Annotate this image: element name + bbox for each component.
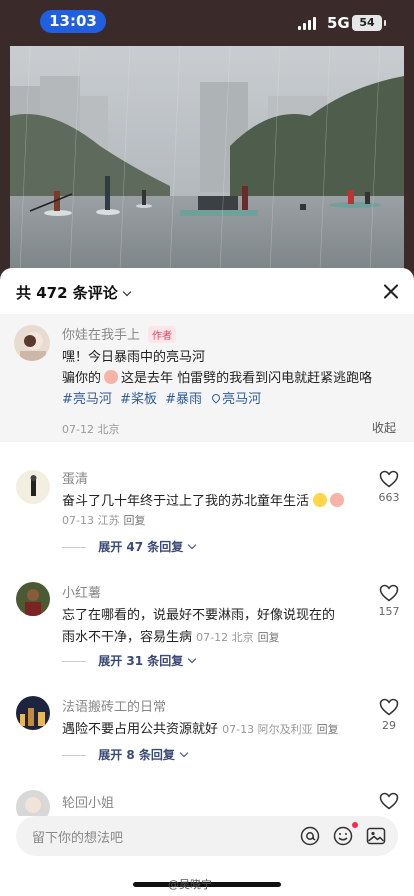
avatar[interactable]: [16, 582, 50, 616]
comment-item: 小红薯 忘了在哪看的，说最好不要淋雨，好像说现在的 雨水不干净，容易生病 07-…: [0, 582, 414, 696]
heart-icon: [379, 470, 399, 488]
like-button[interactable]: [376, 792, 402, 810]
author-post: 你娃在我手上 作者 嘿！今日暴雨中的亮马河 骗你的 这是去年 怕雷劈的我看到闪电就…: [0, 314, 414, 442]
comment-body: 雨水不干净，容易生病: [62, 630, 193, 645]
network-type: 5G: [327, 14, 350, 32]
author-name[interactable]: 你娃在我手上: [62, 324, 140, 343]
status-bar: 13:03 5G 54: [0, 0, 414, 44]
chevron-down-icon: [188, 654, 197, 664]
expand-replies-label: 展开 31 条回复: [98, 654, 184, 668]
comment-text: 奋斗了几十年终于过上了我的苏北童年生活: [62, 490, 345, 509]
emoji-button[interactable]: [333, 826, 353, 846]
watermark: @吴晓宁: [168, 878, 212, 891]
like-count: 663: [378, 491, 400, 504]
avatar[interactable]: [16, 790, 50, 816]
rainy-river-scene: [10, 46, 404, 270]
battery-icon: 54: [352, 15, 386, 31]
comment-count-toggle[interactable]: 共 472 条评论: [16, 282, 132, 303]
reply-button[interactable]: 回复: [317, 723, 339, 736]
post-line-2: 骗你的 这是去年 怕雷劈的我看到闪电就赶紧逃跑咯: [62, 367, 372, 386]
expand-replies-label: 展开 47 条回复: [98, 540, 184, 554]
heart-icon: [379, 792, 399, 810]
emoji-icon: [330, 493, 345, 507]
post-line-2-suffix: 这是去年 怕雷劈的我看到闪电就赶紧逃跑咯: [121, 371, 373, 386]
hashtag-link[interactable]: #暴雨: [165, 392, 202, 407]
comment-item: 蛋清 奋斗了几十年终于过上了我的苏北童年生活 07-13 江苏 回复 展开 47 …: [0, 468, 414, 582]
expand-replies-button[interactable]: 展开 8 条回复: [62, 746, 189, 763]
chevron-down-icon: [179, 748, 189, 758]
location-pin-icon: [210, 392, 222, 404]
collapse-button[interactable]: 收起: [372, 419, 396, 436]
comment-meta: 07-13 江苏: [62, 514, 120, 527]
comment-item: 轮回小姐: [0, 790, 414, 816]
heart-icon: [379, 698, 399, 716]
status-time: 13:03: [40, 10, 106, 33]
chevron-down-icon: [122, 287, 132, 297]
reply-button[interactable]: 回复: [123, 514, 145, 527]
comment-text-line-2: 雨水不干净，容易生病 07-12 北京 回复: [62, 626, 280, 645]
hashtag-row: #亮马河 #桨板 #暴雨 亮马河: [62, 388, 269, 407]
expand-replies-button[interactable]: 展开 47 条回复: [62, 538, 197, 555]
comment-meta: 07-12 北京: [196, 631, 254, 644]
comment-username[interactable]: 蛋清: [62, 468, 88, 487]
heart-icon: [379, 584, 399, 602]
emoji-icon: [313, 493, 328, 507]
avatar[interactable]: [16, 470, 50, 504]
comment-body: 奋斗了几十年终于过上了我的苏北童年生活: [62, 494, 310, 509]
post-line-2-prefix: 骗你的: [62, 371, 102, 386]
comment-input[interactable]: 留下你的想法吧: [32, 827, 123, 846]
expand-replies-label: 展开 8 条回复: [98, 748, 175, 762]
sheet-header: 共 472 条评论: [0, 268, 414, 314]
hashtag-link[interactable]: #亮马河: [62, 392, 112, 407]
close-button[interactable]: [380, 281, 402, 303]
image-icon: [366, 827, 386, 845]
location-link[interactable]: 亮马河: [210, 392, 265, 407]
comment-meta-row: 07-13 江苏 回复: [62, 512, 145, 528]
comment-username[interactable]: 轮回小姐: [62, 792, 114, 811]
signal-icon: [298, 16, 316, 30]
expand-replies-button[interactable]: 展开 31 条回复: [62, 652, 197, 669]
author-badge: 作者: [148, 326, 176, 343]
post-line-1: 嘿！今日暴雨中的亮马河: [62, 350, 206, 365]
comment-input-bar: 留下你的想法吧: [16, 816, 398, 856]
at-icon: [300, 826, 320, 846]
avatar[interactable]: [16, 696, 50, 730]
comment-meta: 07-13 阿尔及利亚: [222, 723, 313, 736]
mention-button[interactable]: [300, 826, 320, 846]
chevron-down-icon: [188, 540, 197, 550]
hashtag-link[interactable]: #桨板: [120, 392, 157, 407]
emoji-icon: [333, 826, 353, 846]
post-date-location: 07-12 北京: [62, 423, 120, 436]
like-button[interactable]: 29: [376, 698, 402, 732]
post-video[interactable]: [10, 46, 404, 270]
like-button[interactable]: 663: [376, 470, 402, 504]
emoji-icon: [104, 370, 119, 384]
comment-text-line-1: 忘了在哪看的，说最好不要淋雨，好像说现在的: [62, 608, 336, 623]
like-count: 157: [378, 605, 400, 618]
reply-button[interactable]: 回复: [258, 631, 280, 644]
like-button[interactable]: 157: [376, 584, 402, 618]
like-count: 29: [382, 719, 396, 732]
comment-count: 共 472 条评论: [16, 284, 118, 302]
battery-level: 54: [359, 16, 375, 29]
author-avatar[interactable]: [14, 325, 50, 361]
image-button[interactable]: [366, 826, 386, 846]
comment-sheet: 共 472 条评论 你娃在我手上 作者 嘿！今日暴雨中的亮马河 骗你的 这是去年 …: [0, 268, 414, 896]
comment-body: 遇险不要占用公共资源就好: [62, 722, 219, 737]
comment-text: 遇险不要占用公共资源就好 07-13 阿尔及利亚 回复: [62, 718, 339, 737]
comment-username[interactable]: 法语搬砖工的日常: [62, 696, 166, 715]
notification-dot: [352, 822, 358, 828]
location-label: 亮马河: [222, 392, 262, 407]
comment-username[interactable]: 小红薯: [62, 582, 101, 601]
